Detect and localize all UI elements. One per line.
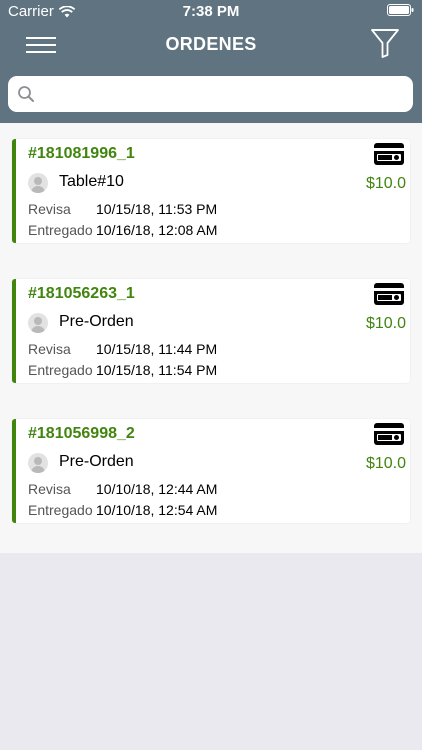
entregado-value: 10/15/18, 11:54 PM xyxy=(96,362,218,378)
app-header: Carrier 7:38 PM ORDENES xyxy=(0,0,422,123)
nav-bar: ORDENES xyxy=(0,22,422,66)
entregado-row: Entregado 10/15/18, 11:54 PM xyxy=(28,362,217,378)
search-bar[interactable] xyxy=(8,76,413,112)
entregado-label: Entregado xyxy=(28,502,93,518)
order-price: $10.0 xyxy=(365,175,406,192)
order-card[interactable]: #181081996_1 Table#10 $10.0 Revisa 10/15/… xyxy=(12,139,410,243)
status-time: 7:38 PM xyxy=(182,3,240,20)
revisa-value: 10/10/18, 12:44 AM xyxy=(96,481,218,497)
revisa-row: Revisa 10/15/18, 11:44 PM xyxy=(28,341,217,357)
user-avatar-icon xyxy=(28,453,48,473)
revisa-row: Revisa 10/15/18, 11:53 PM xyxy=(28,201,217,217)
credit-card-icon xyxy=(374,283,404,305)
entregado-label: Entregado xyxy=(28,362,93,378)
revisa-label: Revisa xyxy=(28,201,71,217)
order-price: $10.0 xyxy=(365,455,406,472)
order-price: $10.0 xyxy=(365,315,406,332)
order-table: Pre-Orden xyxy=(59,313,134,330)
entregado-row: Entregado 10/16/18, 12:08 AM xyxy=(28,222,217,238)
entregado-value: 10/10/18, 12:54 AM xyxy=(96,502,218,518)
user-avatar-icon xyxy=(28,173,48,193)
order-card[interactable]: #181056998_2 Pre-Orden $10.0 Revisa 10/10… xyxy=(12,419,410,523)
revisa-value: 10/15/18, 11:53 PM xyxy=(96,201,218,217)
credit-card-icon xyxy=(374,143,404,165)
revisa-label: Revisa xyxy=(28,481,71,497)
order-id: #181056263_1 xyxy=(28,285,135,302)
order-table: Table#10 xyxy=(59,173,124,190)
credit-card-icon xyxy=(374,423,404,445)
entregado-row: Entregado 10/10/18, 12:54 AM xyxy=(28,502,217,518)
search-input[interactable] xyxy=(44,76,404,112)
orders-list: #181081996_1 Table#10 $10.0 Revisa 10/15/… xyxy=(0,123,422,553)
user-avatar-icon xyxy=(28,313,48,333)
order-card[interactable]: #181056263_1 Pre-Orden $10.0 Revisa 10/15… xyxy=(12,279,410,383)
order-id: #181081996_1 xyxy=(28,145,135,162)
revisa-row: Revisa 10/10/18, 12:44 AM xyxy=(28,481,217,497)
battery-icon xyxy=(387,4,414,16)
search-icon xyxy=(18,86,34,102)
order-id: #181056998_2 xyxy=(28,425,135,442)
order-table: Pre-Orden xyxy=(59,453,134,470)
filter-icon[interactable] xyxy=(370,27,400,59)
revisa-value: 10/15/18, 11:44 PM xyxy=(96,341,218,357)
status-bar: Carrier 7:38 PM xyxy=(0,0,422,22)
revisa-label: Revisa xyxy=(28,341,71,357)
page-title: ORDENES xyxy=(165,34,257,54)
entregado-value: 10/16/18, 12:08 AM xyxy=(96,222,218,238)
entregado-label: Entregado xyxy=(28,222,93,238)
